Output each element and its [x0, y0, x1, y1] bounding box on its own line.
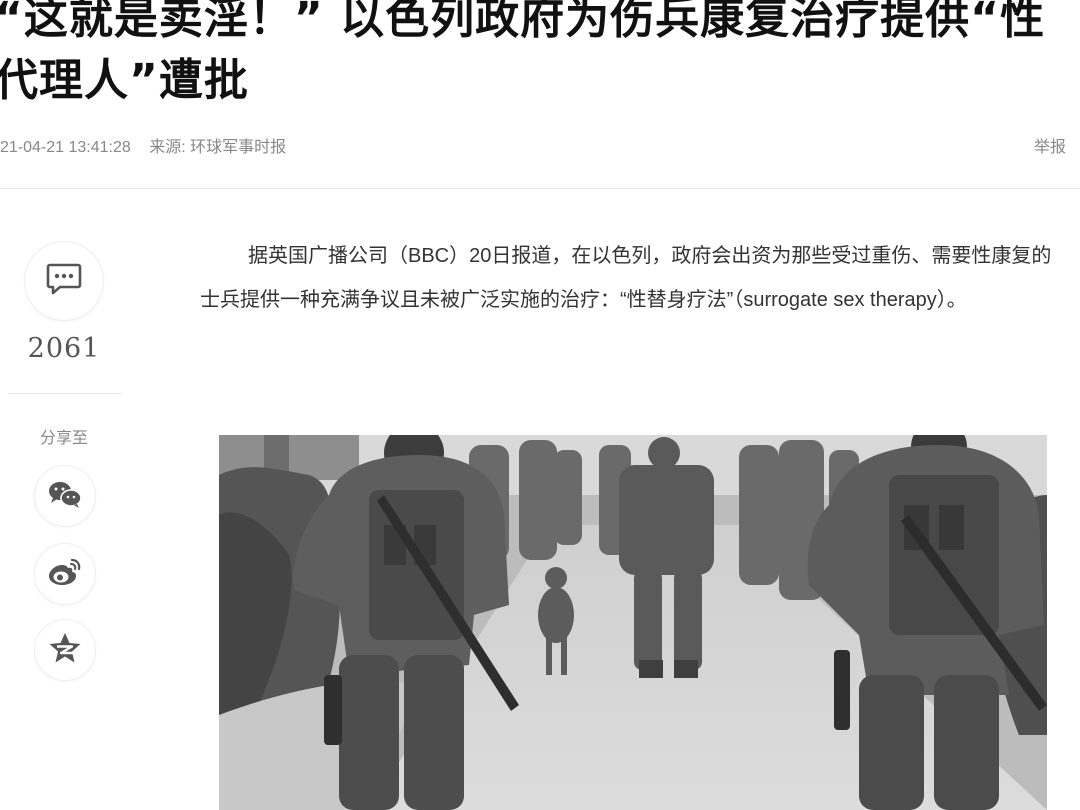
share-weibo-button[interactable]	[34, 543, 96, 605]
article-source: 来源: 环球军事时报	[149, 139, 287, 156]
report-link[interactable]: 举报	[1034, 133, 1066, 157]
sidebar-divider	[8, 393, 122, 394]
share-label: 分享至	[39, 428, 88, 447]
comment-button[interactable]	[24, 241, 104, 321]
publish-time: 21-04-21 13:41:28	[0, 139, 131, 156]
article-photo	[219, 435, 1047, 810]
article-page: “这就是卖淫！” 以色列政府为伤兵康复治疗提供“性代理人”遭批 21-04-21…	[0, 0, 1080, 810]
soldiers-photo	[219, 435, 1047, 810]
share-wechat-button[interactable]	[34, 465, 96, 527]
article-paragraph: 据英国广播公司（BBC）20日报道，在以色列，政府会出资为那些受过重伤、需要性康…	[200, 245, 1052, 311]
wechat-icon	[47, 479, 83, 513]
weibo-icon	[47, 556, 83, 592]
article-meta: 21-04-21 13:41:28 来源: 环球军事时报	[0, 133, 286, 157]
comment-count[interactable]: 2061	[0, 333, 128, 364]
share-qzone-button[interactable]	[34, 619, 96, 681]
qzone-icon	[48, 632, 82, 668]
header-divider	[0, 188, 1080, 189]
article-title: “这就是卖淫！” 以色列政府为伤兵康复治疗提供“性代理人”遭批	[0, 0, 1046, 106]
comment-bubble-icon	[46, 262, 82, 300]
